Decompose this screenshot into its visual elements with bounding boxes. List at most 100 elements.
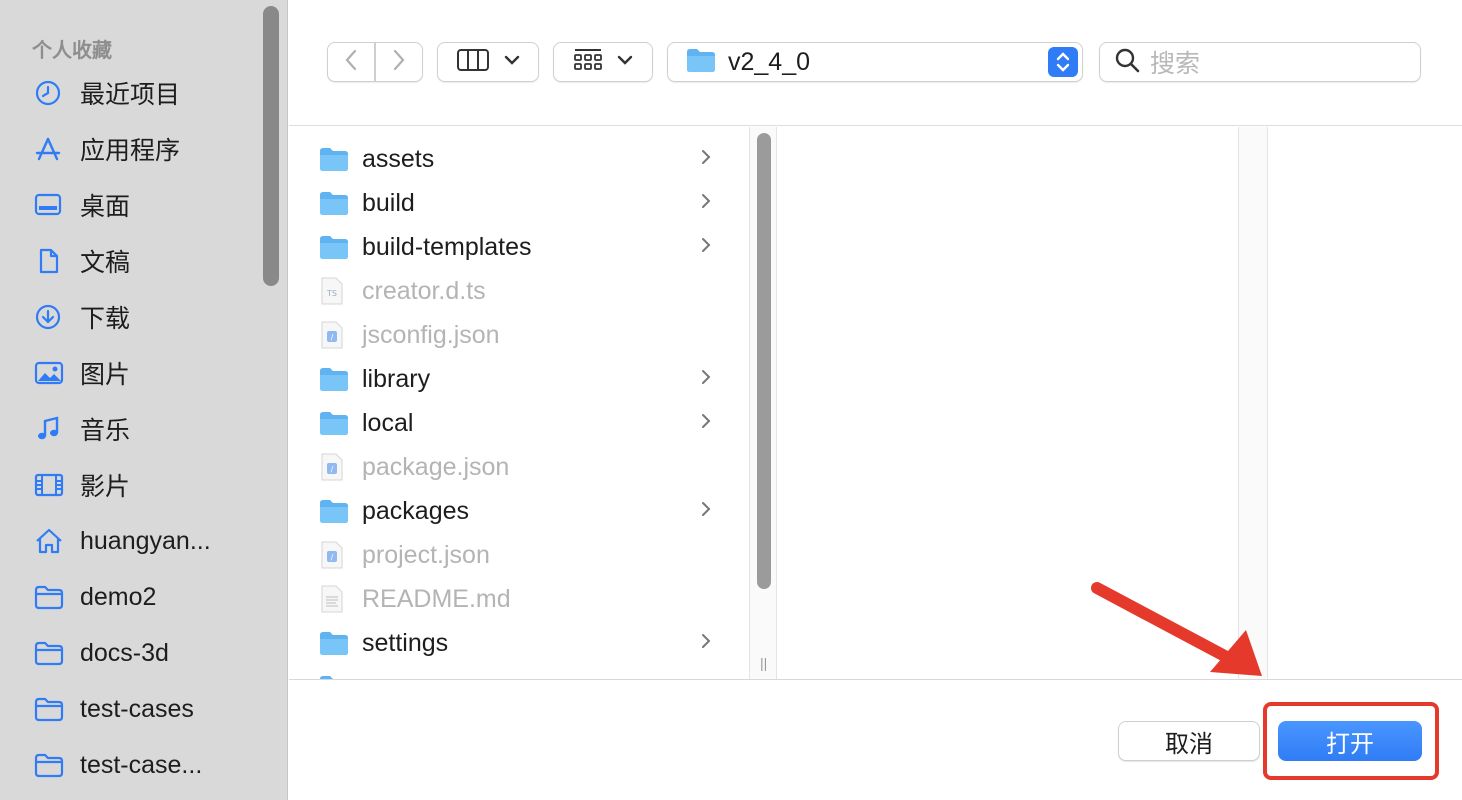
- sidebar-item-music[interactable]: 音乐: [34, 409, 274, 449]
- sidebar-item-movies[interactable]: 影片: [34, 465, 274, 505]
- sidebar-item-label: docs-3d: [80, 638, 169, 667]
- json-file-icon: /: [319, 540, 351, 570]
- sidebar-section-favorites: 个人收藏: [32, 40, 112, 62]
- chevron-right-icon: [700, 499, 712, 524]
- file-row[interactable]: library: [319, 359, 724, 399]
- folder-icon: [34, 582, 66, 612]
- file-column-empty: [778, 127, 1238, 679]
- svg-text:TS: TS: [326, 289, 337, 298]
- chevron-right-icon: [700, 147, 712, 172]
- file-row: / package.json: [319, 447, 724, 487]
- up-down-chevron-icon: [1048, 47, 1078, 77]
- markdown-file-icon: [319, 584, 351, 614]
- folder-icon: [686, 47, 716, 78]
- chevron-right-icon: [700, 191, 712, 216]
- sidebar-item-label: test-case...: [80, 750, 203, 779]
- annotation-highlight-box: [1263, 702, 1439, 780]
- typescript-file-icon: TS: [319, 276, 351, 306]
- chevron-right-icon: [392, 48, 406, 77]
- sidebar-item-applications[interactable]: 应用程序: [34, 129, 274, 169]
- search-field[interactable]: 搜索: [1099, 42, 1421, 82]
- sidebar-item-label: 应用程序: [80, 137, 181, 165]
- sidebar-item-label: demo2: [80, 582, 157, 611]
- sidebar-item-test-case-2[interactable]: test-case...: [34, 745, 274, 785]
- cancel-button[interactable]: 取消: [1118, 721, 1260, 761]
- file-row: / jsconfig.json: [319, 315, 724, 355]
- column-resize-grip-icon[interactable]: ||: [760, 655, 767, 671]
- sidebar-item-label: huangyan...: [80, 526, 211, 555]
- music-icon: [34, 414, 66, 444]
- file-name: README.md: [362, 584, 511, 613]
- sidebar-item-demo2[interactable]: demo2: [34, 577, 274, 617]
- folder-icon: [34, 638, 66, 668]
- json-file-icon: /: [319, 320, 351, 350]
- chevron-right-icon: [700, 631, 712, 656]
- sidebar-scrollbar[interactable]: [263, 6, 279, 286]
- clock-icon: [34, 78, 66, 108]
- file-name: project.json: [362, 540, 490, 569]
- sidebar-item-label: 桌面: [80, 193, 131, 221]
- folder-icon: [319, 232, 351, 262]
- sidebar-item-docs-3d[interactable]: docs-3d: [34, 633, 274, 673]
- file-row[interactable]: build-templates: [319, 227, 724, 267]
- file-row[interactable]: build: [319, 183, 724, 223]
- download-icon: [34, 302, 66, 332]
- forward-button[interactable]: [375, 42, 423, 82]
- file-name: jsconfig.json: [362, 320, 500, 349]
- file-name: build-templates: [362, 232, 532, 261]
- path-popup[interactable]: v2_4_0: [667, 42, 1083, 82]
- svg-text:/: /: [331, 553, 334, 562]
- file-name: local: [362, 408, 414, 437]
- svg-text:/: /: [331, 465, 334, 474]
- file-row[interactable]: packages: [319, 491, 724, 531]
- file-row[interactable]: settings: [319, 623, 724, 663]
- sidebar: 个人收藏 最近项目 应用程序 桌面 文稿 下载 图片 音乐 影片 huangya…: [0, 0, 288, 800]
- file-row[interactable]: assets: [319, 139, 724, 179]
- file-name: packages: [362, 496, 470, 525]
- file-name: assets: [362, 144, 435, 173]
- folder-icon: [319, 496, 351, 526]
- folder-icon: [319, 672, 351, 679]
- json-file-icon: /: [319, 452, 351, 482]
- column-divider[interactable]: [1238, 127, 1268, 679]
- sidebar-item-home[interactable]: huangyan...: [34, 521, 274, 561]
- home-icon: [34, 526, 66, 556]
- path-folder-name: v2_4_0: [728, 47, 811, 76]
- folder-icon: [319, 144, 351, 174]
- column-scrollbar[interactable]: ||: [749, 127, 777, 679]
- sidebar-item-label: 音乐: [80, 417, 131, 445]
- toolbar: v2_4_0 搜索: [289, 0, 1462, 126]
- file-row: TS creator.d.ts: [319, 271, 724, 311]
- chevron-right-icon: [700, 411, 712, 436]
- group-button[interactable]: [553, 42, 653, 82]
- sidebar-item-desktop[interactable]: 桌面: [34, 185, 274, 225]
- svg-text:/: /: [331, 333, 334, 342]
- folder-icon: [34, 750, 66, 780]
- film-icon: [34, 470, 66, 500]
- sidebar-item-downloads[interactable]: 下载: [34, 297, 274, 337]
- folder-icon: [319, 408, 351, 438]
- scrollbar-thumb[interactable]: [757, 133, 771, 589]
- sidebar-item-label: 文稿: [80, 249, 131, 277]
- sidebar-item-label: 影片: [80, 473, 131, 501]
- file-row-partial[interactable]: [319, 667, 724, 679]
- apps-icon: [34, 134, 66, 164]
- sidebar-item-documents[interactable]: 文稿: [34, 241, 274, 281]
- back-button[interactable]: [327, 42, 375, 82]
- file-name: settings: [362, 628, 449, 657]
- folder-icon: [319, 364, 351, 394]
- chevron-down-icon: [504, 53, 520, 71]
- sidebar-item-label: test-cases: [80, 694, 194, 723]
- file-row[interactable]: local: [319, 403, 724, 443]
- view-mode-button[interactable]: [437, 42, 539, 82]
- chevron-right-icon: [700, 367, 712, 392]
- sidebar-item-recents[interactable]: 最近项目: [34, 73, 274, 113]
- document-icon: [34, 246, 66, 276]
- folder-icon: [319, 188, 351, 218]
- sidebar-item-test-cases[interactable]: test-cases: [34, 689, 274, 729]
- chevron-right-icon: [700, 235, 712, 260]
- sidebar-item-pictures[interactable]: 图片: [34, 353, 274, 393]
- search-icon: [1114, 47, 1140, 78]
- search-placeholder: 搜索: [1150, 50, 1201, 78]
- folder-icon: [319, 628, 351, 658]
